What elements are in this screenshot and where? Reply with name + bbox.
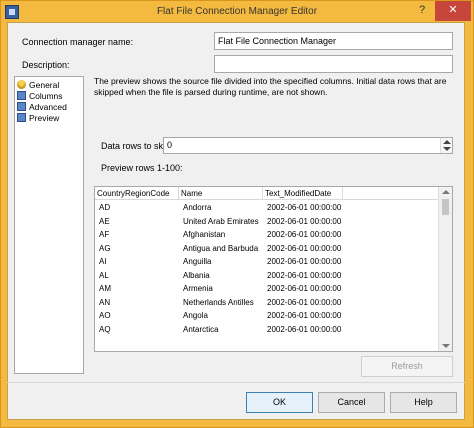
connection-manager-name-input[interactable]: Flat File Connection Manager: [214, 32, 453, 50]
table-cell: Antigua and Barbuda: [183, 243, 259, 253]
preview-grid[interactable]: CountryRegionCode Name Text_ModifiedDate…: [94, 186, 453, 352]
table-cell: AN: [99, 297, 111, 307]
help-button[interactable]: Help: [390, 392, 457, 413]
table-cell: Afghanistan: [183, 230, 226, 239]
nav-item-general[interactable]: General: [17, 79, 59, 90]
nav-item-advanced[interactable]: Advanced: [17, 101, 67, 112]
close-icon[interactable]: ✕: [435, 1, 471, 21]
table-row[interactable]: AQ Antarctica 2002-06-01 00:00:00: [95, 323, 438, 336]
table-cell: 2002-06-01 00:00:00: [267, 230, 342, 239]
table-cell: 2002-06-01 00:00:00: [267, 324, 342, 334]
table-cell: 2002-06-01 00:00:00: [267, 270, 342, 280]
grid-header: CountryRegionCode Name Text_ModifiedDate: [95, 187, 438, 200]
vertical-scrollbar[interactable]: [438, 187, 452, 351]
grid-icon: [17, 102, 26, 111]
connection-manager-name-label: Connection manager name:: [22, 37, 134, 47]
divider: [7, 382, 465, 383]
table-cell: AD: [99, 203, 111, 212]
preview-description: The preview shows the source file divide…: [94, 76, 447, 97]
table-cell: United Arab Emirates: [183, 216, 259, 226]
ok-button[interactable]: OK: [246, 392, 313, 413]
table-cell: AF: [99, 230, 110, 239]
grid-icon: [17, 91, 26, 100]
nav-item-label: Preview: [29, 112, 60, 123]
table-cell: 2002-06-01 00:00:00: [267, 311, 342, 320]
scrollbar-thumb[interactable]: [442, 199, 449, 215]
table-row[interactable]: AG Antigua and Barbuda 2002-06-01 00:00:00: [95, 242, 438, 255]
nav-item-label: Columns: [29, 90, 63, 101]
table-row[interactable]: AL Albania 2002-06-01 00:00:00: [95, 269, 438, 282]
description-label: Description:: [22, 60, 70, 70]
table-cell: AM: [99, 284, 111, 293]
general-icon: [17, 80, 26, 89]
table-cell: Antarctica: [183, 324, 219, 334]
rows-to-skip-value: 0: [167, 140, 173, 150]
help-icon[interactable]: ?: [409, 1, 435, 21]
title-bar: Flat File Connection Manager Editor ? ✕: [1, 1, 473, 23]
table-cell: Netherlands Antilles: [183, 297, 254, 307]
table-cell: AO: [99, 311, 111, 320]
table-row[interactable]: AD Andorra 2002-06-01 00:00:00: [95, 201, 438, 214]
chevron-up-icon[interactable]: [443, 140, 451, 144]
table-row[interactable]: AN Netherlands Antilles 2002-06-01 00:00:0…: [95, 296, 438, 309]
column-header[interactable]: Text_ModifiedDate: [263, 187, 343, 200]
table-cell: AI: [99, 257, 107, 266]
cancel-button[interactable]: Cancel: [318, 392, 385, 413]
table-row[interactable]: AO Angola 2002-06-01 00:00:00: [95, 309, 438, 322]
table-cell: AL: [99, 270, 109, 280]
chevron-down-icon[interactable]: [442, 344, 450, 348]
refresh-button[interactable]: Refresh: [361, 356, 453, 377]
table-cell: 2002-06-01 00:00:00: [267, 257, 342, 266]
table-cell: Angola: [183, 311, 208, 320]
table-cell: 2002-06-01 00:00:00: [267, 297, 342, 307]
nav-item-label: General: [29, 79, 60, 90]
nav-item-label: Advanced: [29, 101, 67, 112]
table-row[interactable]: AF Afghanistan 2002-06-01 00:00:00: [95, 228, 438, 241]
table-cell: AE: [99, 216, 110, 226]
table-row[interactable]: AM Armenia 2002-06-01 00:00:00: [95, 282, 438, 295]
table-cell: Armenia: [183, 284, 213, 293]
table-cell: Anguilla: [183, 257, 212, 266]
nav-panel: General Columns Advanced Preview: [14, 76, 84, 374]
rows-to-skip-stepper[interactable]: 0: [163, 137, 453, 154]
stepper-buttons[interactable]: [440, 138, 452, 153]
table-cell: AQ: [99, 324, 111, 334]
column-header[interactable]: CountryRegionCode: [95, 187, 179, 200]
preview-rows-label: Preview rows 1-100:: [101, 163, 183, 173]
table-cell: Albania: [183, 270, 210, 280]
table-cell: 2002-06-01 00:00:00: [267, 243, 342, 253]
table-cell: 2002-06-01 00:00:00: [267, 216, 342, 226]
nav-item-preview[interactable]: Preview: [17, 112, 59, 123]
table-cell: AG: [99, 243, 111, 253]
chevron-up-icon[interactable]: [442, 190, 450, 194]
window-title: Flat File Connection Manager Editor: [156, 6, 318, 17]
chevron-down-icon[interactable]: [443, 147, 451, 151]
table-row[interactable]: AI Anguilla 2002-06-01 00:00:00: [95, 255, 438, 268]
description-input[interactable]: [214, 55, 453, 73]
nav-item-columns[interactable]: Columns: [17, 90, 63, 101]
column-header[interactable]: Name: [179, 187, 263, 200]
table-row[interactable]: AE United Arab Emirates 2002-06-01 00:00:0…: [95, 215, 438, 228]
table-cell: 2002-06-01 00:00:00: [267, 203, 342, 212]
table-cell: Andorra: [183, 203, 212, 212]
rows-to-skip-label: Data rows to skip:: [101, 141, 173, 151]
grid-icon: [17, 113, 26, 122]
table-cell: 2002-06-01 00:00:00: [267, 284, 342, 293]
